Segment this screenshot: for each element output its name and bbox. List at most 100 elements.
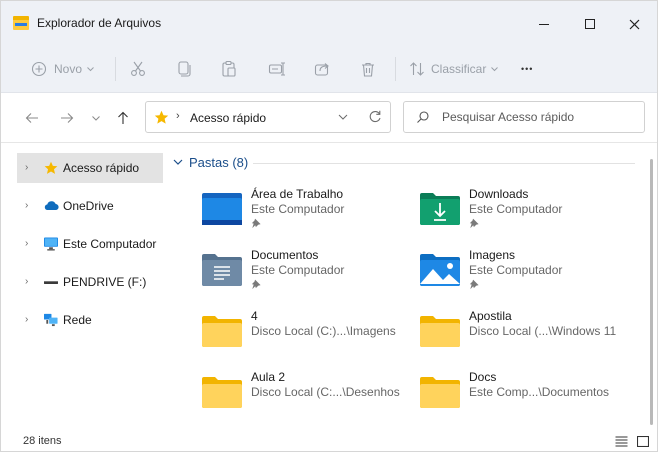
search-icon [417, 111, 429, 123]
folder-name: Apostila [469, 309, 512, 323]
sidebar-item-label: Este Computador [63, 237, 157, 251]
title-bar[interactable]: Explorador de Arquivos [1, 1, 657, 45]
folder-location: Este Computador [469, 263, 563, 277]
folder-tile-4[interactable]: 4 Disco Local (C:)...\Imagens [201, 307, 411, 359]
new-button[interactable]: Novo [31, 57, 94, 81]
pin-icon [469, 279, 479, 289]
folder-tile-pictures[interactable]: Imagens Este Computador [419, 246, 629, 298]
item-count: 28 itens [23, 435, 62, 447]
copy-button[interactable] [176, 57, 192, 81]
sidebar-item-this-pc[interactable]: › Este Computador [17, 229, 167, 259]
folder-name: Imagens [469, 248, 516, 262]
details-view-icon[interactable] [615, 436, 628, 447]
sidebar-item-label: OneDrive [63, 199, 114, 213]
chevron-down-icon [491, 66, 499, 71]
file-explorer-icon [13, 16, 29, 30]
search-box[interactable] [403, 101, 645, 133]
tiles-view-icon[interactable] [637, 436, 649, 447]
vertical-scrollbar[interactable] [650, 159, 653, 425]
clipboard-icon [222, 60, 236, 77]
group-header[interactable]: Pastas (8) [173, 155, 248, 170]
folder-tile-desktop[interactable]: Área de Trabalho Este Computador [201, 185, 411, 237]
status-bar: 28 itens [1, 433, 657, 451]
cut-button[interactable] [129, 57, 147, 81]
sidebar-item-onedrive[interactable]: › OneDrive [17, 191, 167, 221]
usb-drive-icon [44, 281, 58, 284]
toolbar-separator [395, 57, 396, 81]
share-button[interactable] [314, 57, 331, 81]
sidebar-item-pendrive[interactable]: › PENDRIVE (F:) [17, 267, 167, 297]
chevron-right-icon[interactable]: › [25, 276, 28, 287]
folder-tile-aula-2[interactable]: Aula 2 Disco Local (C:...\Desenhos [201, 368, 411, 420]
folder-name: 4 [251, 309, 258, 323]
pin-icon [251, 279, 261, 289]
sort-button[interactable]: Classificar [409, 57, 499, 81]
arrow-left-icon [25, 113, 38, 123]
see-more-button[interactable]: ••• [521, 57, 533, 81]
delete-button[interactable] [360, 57, 376, 81]
chevron-down-icon[interactable] [338, 110, 348, 124]
rename-icon [268, 62, 285, 76]
chevron-right-icon[interactable]: › [25, 162, 28, 173]
chevron-right-icon[interactable]: › [25, 314, 28, 325]
sidebar-item-network[interactable]: › Rede [17, 305, 167, 335]
folder-location: Este Computador [251, 202, 345, 216]
breadcrumb-separator-icon: › [176, 110, 180, 122]
folder-location: Disco Local (C:...\Desenhos [251, 385, 400, 399]
pin-icon [469, 218, 479, 228]
more-icon: ••• [521, 64, 534, 74]
breadcrumb-current[interactable]: Acesso rápido [190, 111, 266, 125]
trash-icon [362, 62, 374, 77]
minimize-button[interactable] [521, 9, 567, 39]
refresh-icon[interactable] [368, 109, 382, 125]
folder-tile-documents[interactable]: Documentos Este Computador [201, 246, 411, 298]
folder-icon [202, 316, 242, 347]
close-icon [629, 19, 639, 29]
arrow-right-icon [61, 113, 74, 123]
maximize-button[interactable] [567, 9, 613, 39]
folder-name: Área de Trabalho [251, 187, 344, 201]
group-divider [253, 163, 635, 164]
back-button[interactable] [23, 109, 41, 127]
documents-folder-icon [202, 254, 242, 286]
star-icon [44, 161, 58, 174]
new-label: Novo [54, 62, 83, 76]
forward-button[interactable] [58, 109, 76, 127]
monitor-icon [44, 237, 58, 251]
folder-name: Aula 2 [251, 370, 286, 384]
folder-tile-docs[interactable]: Docs Este Comp...\Documentos [419, 368, 629, 420]
sidebar-item-label: Rede [63, 313, 92, 327]
scissors-icon [131, 61, 145, 76]
address-row: › Acesso rápido [1, 93, 657, 143]
folder-location: Disco Local (...\Windows 11 [469, 324, 617, 338]
copy-icon [178, 61, 191, 77]
folder-name: Downloads [469, 187, 529, 201]
chevron-down-icon [87, 66, 94, 71]
recent-locations-button[interactable] [87, 109, 105, 127]
sidebar-item-quick-access[interactable]: › Acesso rápido [17, 153, 163, 183]
folder-location: Este Comp...\Documentos [469, 385, 610, 399]
rename-button[interactable] [268, 57, 286, 81]
address-bar[interactable]: › Acesso rápido [145, 101, 391, 133]
sort-label: Classificar [431, 62, 487, 76]
pictures-folder-icon [420, 254, 460, 286]
chevron-down-icon [92, 115, 100, 121]
paste-button[interactable] [221, 57, 237, 81]
downloads-folder-icon [420, 193, 460, 225]
folder-tile-downloads[interactable]: Downloads Este Computador [419, 185, 629, 237]
folder-icon [420, 377, 460, 408]
chevron-right-icon[interactable]: › [25, 238, 28, 249]
folder-icon [202, 377, 242, 408]
window-title: Explorador de Arquivos [37, 16, 162, 30]
up-button[interactable] [114, 109, 132, 127]
search-input[interactable] [442, 102, 642, 132]
folder-tile-apostila[interactable]: Apostila Disco Local (...\Windows 11 [419, 307, 629, 359]
folder-location: Este Computador [251, 263, 345, 277]
close-button[interactable] [611, 9, 657, 39]
folder-location: Este Computador [469, 202, 563, 216]
chevron-right-icon[interactable]: › [25, 200, 28, 211]
folder-location: Disco Local (C:)...\Imagens [251, 324, 396, 338]
sort-icon [410, 62, 424, 76]
plus-circle-icon [31, 61, 47, 77]
minimize-icon [539, 23, 549, 25]
